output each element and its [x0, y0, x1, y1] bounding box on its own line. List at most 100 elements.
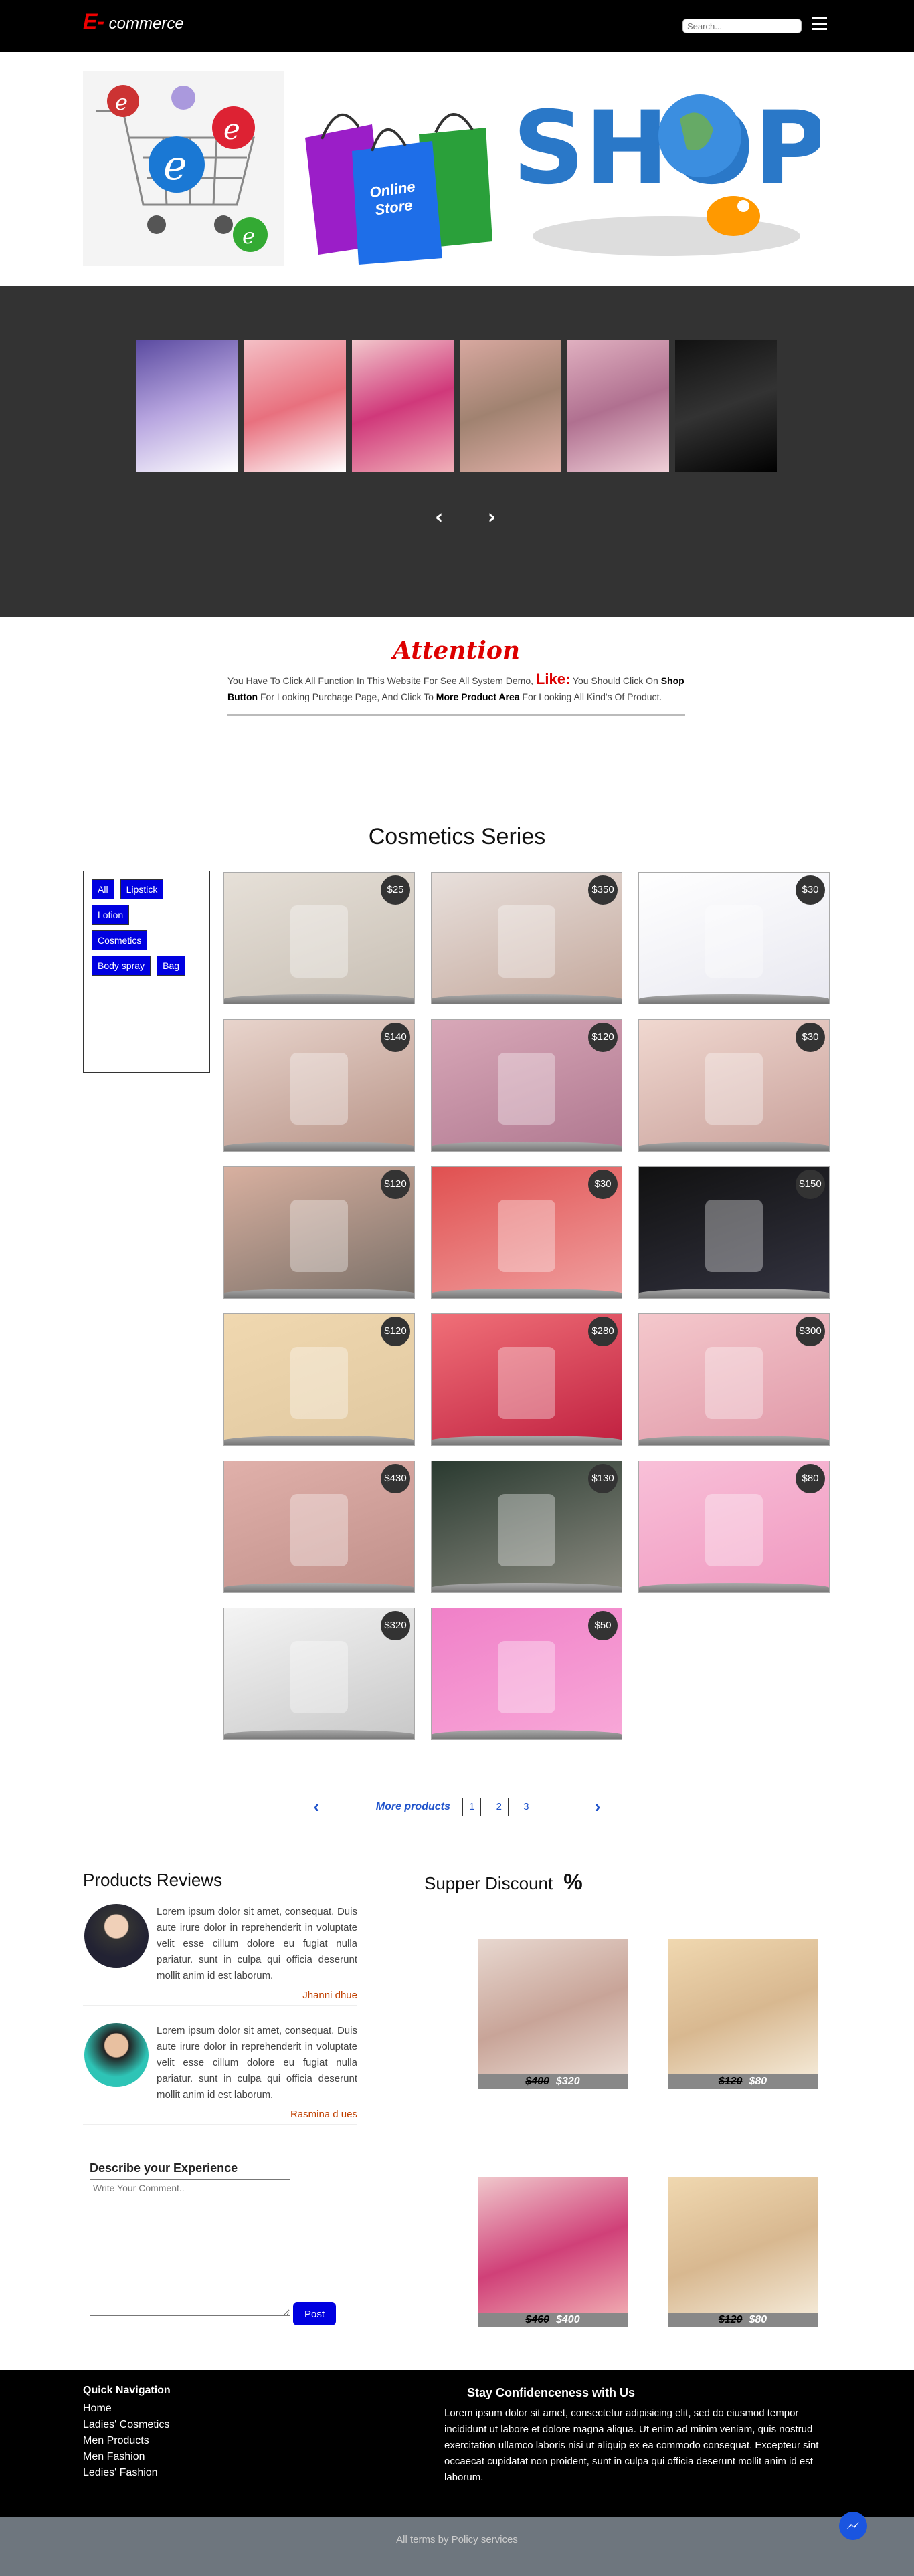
hamburger-menu-icon[interactable] [812, 17, 827, 31]
search-input[interactable] [682, 19, 802, 33]
price-badge: $50 [588, 1611, 618, 1640]
slide-bag-image[interactable] [460, 340, 561, 472]
product-card[interactable]: $50 [431, 1608, 622, 1740]
next-page-icon[interactable]: › [595, 1796, 601, 1816]
review-text: Lorem ipsum dolor sit amet, consequat. D… [157, 2025, 357, 2101]
discount-item[interactable]: $460 $400 [478, 2177, 628, 2327]
filter-cosmetics-button[interactable]: Cosmetics [92, 930, 148, 950]
price-badge: $140 [381, 1023, 410, 1052]
beige-bag-image [290, 1494, 348, 1566]
percent-icon: % [563, 1870, 583, 1894]
avatar [84, 1904, 149, 1968]
attention-more-area: More Product Area [436, 691, 520, 702]
skincare-image [290, 1200, 348, 1272]
price-badge: $30 [796, 1023, 825, 1052]
product-card[interactable]: $25 [223, 872, 415, 1004]
reviews-title: Products Reviews [83, 1870, 223, 1890]
comment-box: Describe your Experience [90, 2161, 290, 2316]
comment-field[interactable] [90, 2179, 290, 2316]
filter-body-spray-button[interactable]: Body spray [92, 956, 151, 976]
product-card[interactable]: $120 [223, 1313, 415, 1446]
price-badge: $350 [588, 875, 618, 905]
online-store-bags-image: Online Store [305, 113, 492, 265]
old-price: $120 [718, 2076, 743, 2087]
product-card[interactable]: $30 [638, 872, 830, 1004]
slide-cosmetics-image[interactable] [567, 340, 669, 472]
price-badge: $320 [381, 1611, 410, 1640]
stay-text: Lorem ipsum dolor sit amet, consectetur … [444, 2407, 819, 2483]
slide-lotion-image[interactable] [352, 340, 454, 472]
attention-text-3: For Looking Purchage Page, And Click To [260, 691, 434, 702]
svg-text:e: e [242, 223, 255, 249]
category-filter: All Lipstick Lotion Cosmetics Body spray… [83, 871, 210, 1073]
product-card[interactable]: $120 [431, 1019, 622, 1152]
page-1-button[interactable]: 1 [462, 1797, 482, 1816]
product-card[interactable]: $150 [638, 1166, 830, 1299]
old-price: $120 [718, 2314, 743, 2325]
serum-bottle-image [290, 1347, 348, 1419]
product-card[interactable]: $130 [431, 1461, 622, 1593]
slide-sneaker-image[interactable] [136, 340, 238, 472]
old-price: $460 [525, 2314, 549, 2325]
filter-lipstick-button[interactable]: Lipstick [120, 879, 164, 899]
review-item: Lorem ipsum dolor sit amet, consequat. D… [83, 2023, 357, 2129]
discount-item[interactable]: $400 $320 [478, 1939, 628, 2089]
site-logo[interactable]: E- commerce [83, 9, 184, 34]
price-badge: $30 [588, 1170, 618, 1199]
product-card[interactable]: $280 [431, 1313, 622, 1446]
messenger-icon[interactable] [839, 2512, 867, 2540]
product-slider: ‹ › [0, 286, 914, 617]
product-card[interactable]: $30 [638, 1019, 830, 1152]
red-cosmetics-image [498, 1200, 555, 1272]
more-products-link[interactable]: More products [376, 1801, 450, 1812]
logo-text: commerce [108, 15, 184, 33]
slide-spray-image[interactable] [675, 340, 777, 472]
price-badge: $120 [381, 1170, 410, 1199]
product-card[interactable]: $300 [638, 1313, 830, 1446]
footer-link-ladies-fashion[interactable]: Ledies' Fashion [83, 2465, 171, 2481]
product-reviews: Products Reviews Lorem ipsum dolor sit a… [83, 1870, 357, 2129]
product-card[interactable]: $320 [223, 1608, 415, 1740]
page-2-button[interactable]: 2 [489, 1797, 509, 1816]
product-card[interactable]: $80 [638, 1461, 830, 1593]
review-author: Jhanni dhue [302, 1990, 357, 2001]
product-card[interactable]: $120 [223, 1166, 415, 1299]
quick-nav-title: Quick Navigation [83, 2385, 171, 2396]
footer-link-home[interactable]: Home [83, 2401, 171, 2417]
product-card[interactable]: $30 [431, 1166, 622, 1299]
stay-title: Stay Confidenceness with Us [467, 2386, 636, 2399]
perfume-set-image [498, 1641, 555, 1713]
post-button[interactable]: Post [293, 2302, 336, 2325]
discount-item[interactable]: $120 $80 [668, 1939, 818, 2089]
bottom-bar: All terms by Policy services [0, 2517, 914, 2576]
filter-all-button[interactable]: All [92, 879, 114, 899]
product-card[interactable]: $140 [223, 1019, 415, 1152]
filter-lotion-button[interactable]: Lotion [92, 905, 130, 925]
prev-page-icon[interactable]: ‹ [314, 1796, 320, 1816]
footer-link-men-fashion[interactable]: Men Fashion [83, 2449, 171, 2465]
slider-arrows[interactable]: ‹ › [435, 506, 515, 529]
hero-banner: e e e e Online Store SHOP [0, 52, 914, 286]
footer-link-ladies-cosmetics[interactable]: Ladies' Cosmetics [83, 2417, 171, 2433]
discount-item[interactable]: $120 $80 [668, 2177, 818, 2327]
lipstick-image [290, 905, 348, 978]
comment-label: Describe your Experience [90, 2161, 238, 2175]
svg-text:e: e [115, 90, 128, 115]
discount-title: Supper Discount [424, 1873, 553, 1893]
product-card[interactable]: $350 [431, 872, 622, 1004]
slide-tube-image[interactable] [244, 340, 346, 472]
avatar [84, 2023, 149, 2087]
review-item: Lorem ipsum dolor sit amet, consequat. D… [83, 1904, 357, 2010]
price-badge: $120 [588, 1023, 618, 1052]
product-card[interactable]: $430 [223, 1461, 415, 1593]
attention-like: Like: [535, 671, 571, 687]
new-price: $320 [556, 2076, 580, 2087]
page-3-button[interactable]: 3 [517, 1797, 536, 1816]
attention-text-2: You Should Click On [572, 675, 658, 686]
logo-e: E- [83, 9, 104, 33]
lotion-bottle-image [705, 1347, 763, 1419]
price-badge: $130 [588, 1464, 618, 1493]
quick-navigation: Quick Navigation Home Ladies' Cosmetics … [83, 2385, 171, 2481]
footer-link-men-products[interactable]: Men Products [83, 2433, 171, 2449]
filter-bag-button[interactable]: Bag [157, 956, 186, 976]
